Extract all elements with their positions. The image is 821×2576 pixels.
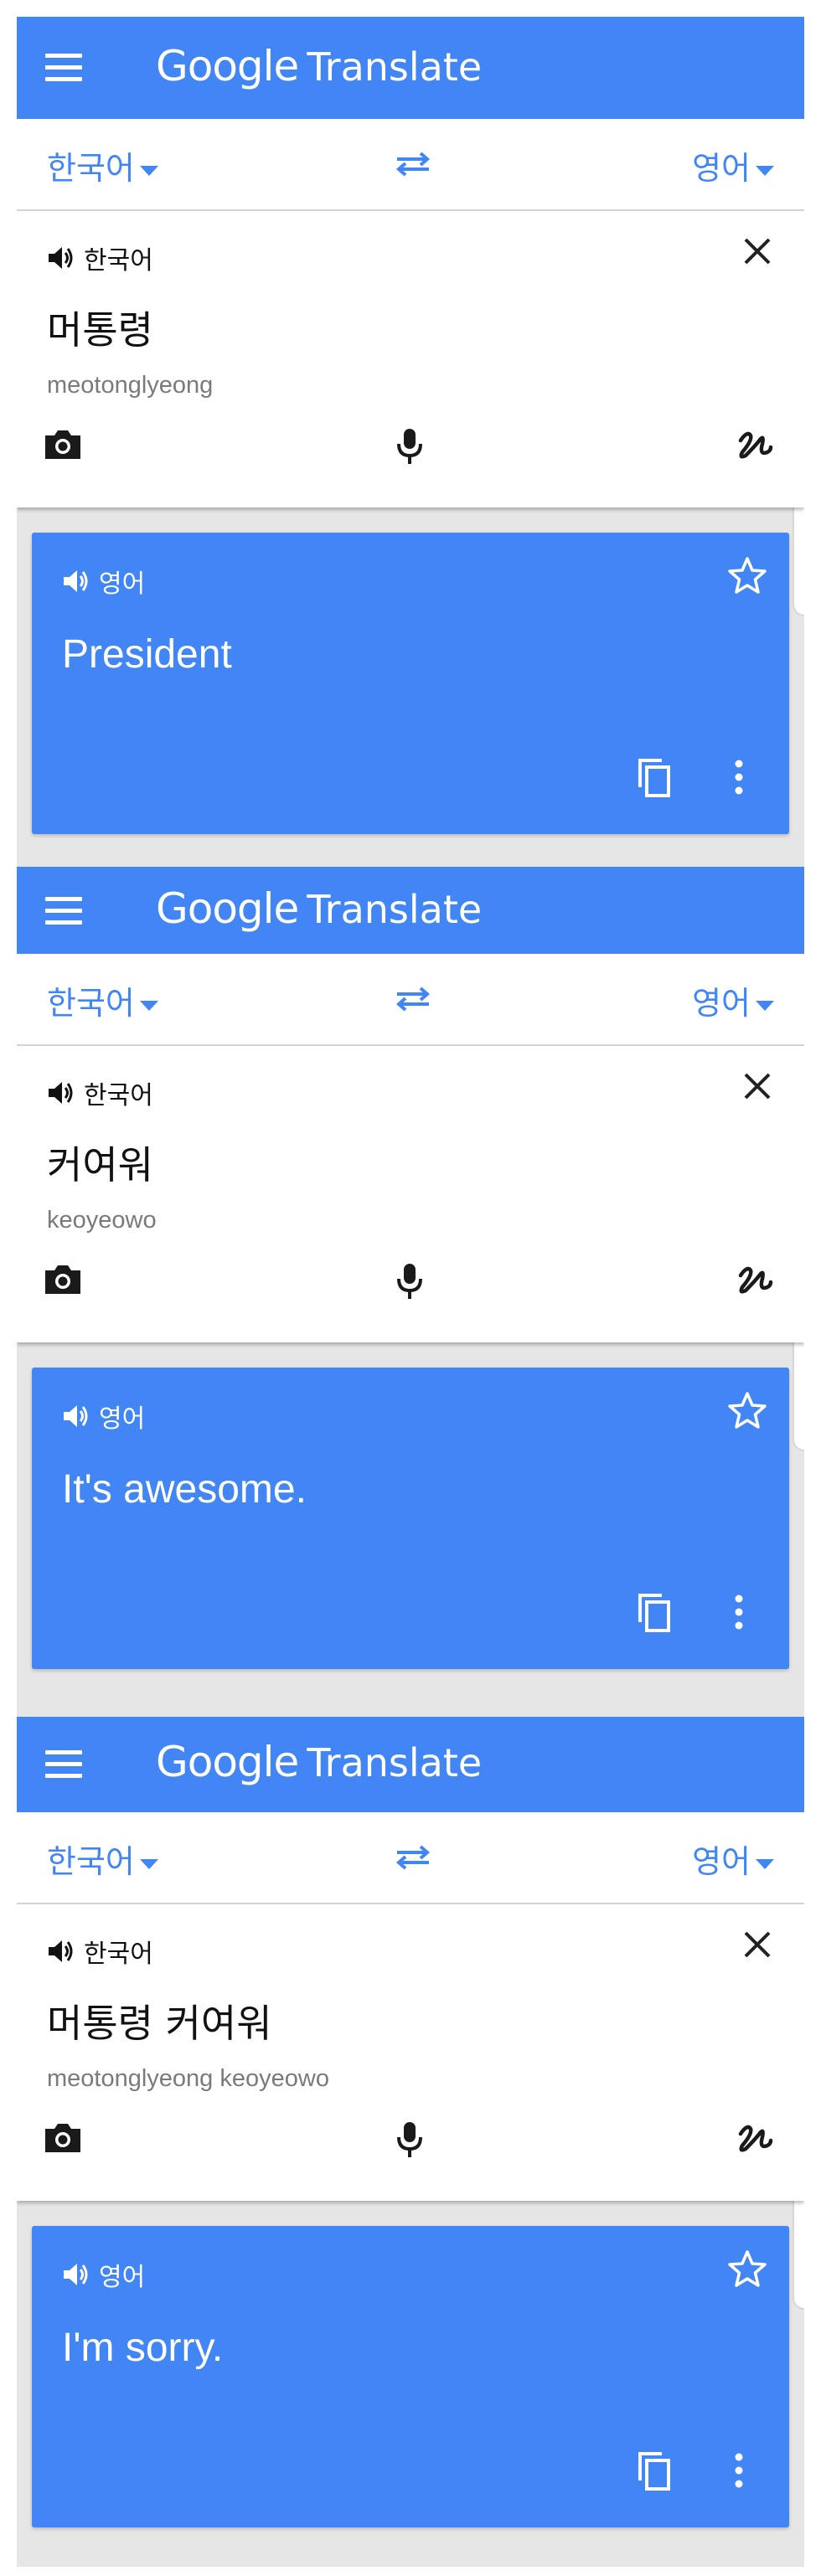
copy-icon[interactable]: [635, 2449, 675, 2492]
translation-text: President: [62, 632, 232, 677]
microphone-icon[interactable]: [395, 2120, 424, 2159]
menu-icon[interactable]: [45, 897, 82, 925]
menu-icon[interactable]: [45, 1750, 82, 1779]
translation-text: It's awesome.: [62, 1467, 307, 1512]
handwriting-icon[interactable]: [736, 1262, 774, 1299]
target-language-selector[interactable]: 영어: [692, 1836, 774, 1882]
source-language-label: 한국어: [47, 985, 135, 1022]
close-icon[interactable]: [742, 236, 772, 266]
romanization: meotonglyeong keoyeowo: [47, 2065, 329, 2092]
star-icon[interactable]: [727, 556, 767, 595]
menu-icon[interactable]: [45, 54, 82, 82]
swap-languages-icon[interactable]: [394, 151, 432, 178]
camera-icon[interactable]: [42, 427, 84, 462]
source-dropdown-icon: [139, 1000, 158, 1011]
star-icon[interactable]: [727, 2249, 767, 2288]
translation-card[interactable]: 영어 I'm sorry.: [32, 2226, 789, 2527]
brand-google: Google: [156, 884, 299, 933]
handwriting-icon[interactable]: [736, 2120, 774, 2157]
brand-google: Google: [156, 42, 299, 90]
speaker-icon: [49, 1082, 73, 1104]
target-dropdown-icon: [756, 1858, 774, 1869]
microphone-icon[interactable]: [395, 427, 424, 466]
app-bar: Google Translate: [17, 17, 804, 119]
source-dropdown-icon: [139, 1858, 158, 1869]
translation-text: I'm sorry.: [62, 2326, 224, 2370]
close-icon[interactable]: [742, 1071, 772, 1101]
translation-card[interactable]: 영어 It's awesome.: [32, 1368, 789, 1669]
input-language-label: 한국어: [84, 1940, 153, 1969]
more-vert-icon[interactable]: [734, 759, 744, 796]
input-language-label: 한국어: [84, 246, 153, 276]
translate-screen: Google Translate 한국어 영어: [17, 1717, 804, 2567]
speaker-icon: [64, 2264, 88, 2285]
target-language-label: 영어: [692, 1843, 751, 1880]
target-language-label: 영어: [692, 985, 751, 1022]
source-language-selector[interactable]: 한국어: [47, 1836, 158, 1882]
brand-translate: Translate: [307, 44, 483, 90]
input-speak-button[interactable]: 한국어: [47, 240, 153, 276]
target-dropdown-icon: [756, 1000, 774, 1011]
language-bar: 한국어 영어: [17, 954, 804, 1046]
language-bar: 한국어 영어: [17, 1812, 804, 1904]
romanization: meotonglyeong: [47, 372, 214, 399]
app-bar: Google Translate: [17, 1717, 804, 1812]
source-language-label: 한국어: [47, 150, 135, 187]
output-speak-button[interactable]: 영어: [62, 1398, 145, 1435]
output-language-label: 영어: [99, 569, 146, 599]
input-card[interactable]: 한국어 머통령 커여워 meotonglyeong keoyeowo: [17, 1904, 804, 2201]
more-vert-icon[interactable]: [734, 1594, 744, 1631]
target-language-label: 영어: [692, 150, 751, 187]
output-speak-button[interactable]: 영어: [62, 2256, 145, 2293]
swap-languages-icon[interactable]: [394, 986, 432, 1012]
swap-languages-icon[interactable]: [394, 1844, 432, 1871]
star-icon[interactable]: [727, 1391, 767, 1430]
language-bar: 한국어 영어: [17, 119, 804, 211]
input-card[interactable]: 한국어 머통령 meotonglyeong: [17, 211, 804, 507]
target-language-selector[interactable]: 영어: [692, 977, 774, 1023]
source-text[interactable]: 머통령: [47, 300, 153, 355]
input-card[interactable]: 한국어 커여워 keoyeowo: [17, 1046, 804, 1342]
speaker-icon: [64, 1405, 88, 1427]
source-text[interactable]: 커여워: [47, 1135, 153, 1190]
camera-icon[interactable]: [42, 1262, 84, 1297]
copy-icon[interactable]: [635, 755, 675, 799]
speaker-icon: [64, 570, 88, 592]
source-language-label: 한국어: [47, 1843, 135, 1880]
source-language-selector[interactable]: 한국어: [47, 142, 158, 188]
app-logo: Google Translate: [156, 884, 482, 933]
speaker-icon: [49, 1940, 73, 1962]
brand-translate: Translate: [307, 887, 483, 932]
source-text[interactable]: 머통령 커여워: [47, 1993, 272, 2048]
brand-google: Google: [156, 1738, 299, 1786]
translate-screen: Google Translate 한국어 영어: [17, 17, 804, 867]
romanization: keoyeowo: [47, 1207, 157, 1234]
app-logo: Google Translate: [156, 42, 482, 90]
translate-screen: Google Translate 한국어 영어: [17, 867, 804, 1717]
target-dropdown-icon: [756, 165, 774, 176]
microphone-icon[interactable]: [395, 1262, 424, 1301]
close-icon[interactable]: [742, 1929, 772, 1960]
source-language-selector[interactable]: 한국어: [47, 977, 158, 1023]
translation-card[interactable]: 영어 President: [32, 533, 789, 834]
app-bar: Google Translate: [17, 867, 804, 954]
brand-translate: Translate: [307, 1740, 483, 1785]
output-speak-button[interactable]: 영어: [62, 563, 145, 600]
app-logo: Google Translate: [156, 1738, 482, 1786]
output-language-label: 영어: [99, 1404, 146, 1434]
output-language-label: 영어: [99, 2263, 146, 2292]
input-speak-button[interactable]: 한국어: [47, 1074, 153, 1111]
source-dropdown-icon: [139, 165, 158, 176]
input-language-label: 한국어: [84, 1081, 153, 1110]
speaker-icon: [49, 247, 73, 269]
target-language-selector[interactable]: 영어: [692, 142, 774, 188]
camera-icon[interactable]: [42, 2120, 84, 2156]
handwriting-icon[interactable]: [736, 427, 774, 464]
more-vert-icon[interactable]: [734, 2452, 744, 2489]
input-speak-button[interactable]: 한국어: [47, 1933, 153, 1970]
copy-icon[interactable]: [635, 1590, 675, 1634]
